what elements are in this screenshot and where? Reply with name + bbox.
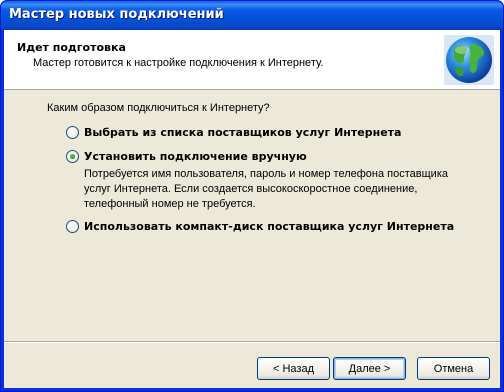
window-title: Мастер новых подключений bbox=[9, 7, 224, 22]
manual-option-description: Потребуется имя пользователя, пароль и н… bbox=[84, 167, 448, 212]
next-button[interactable]: Далее > bbox=[333, 357, 406, 380]
option-isp-cd-label[interactable]: Использовать компакт-диск поставщика усл… bbox=[84, 220, 454, 233]
globe-icon bbox=[444, 35, 494, 85]
radio-manual[interactable] bbox=[66, 150, 79, 163]
header-title: Идет подготовка bbox=[17, 41, 126, 54]
back-button[interactable]: < Назад bbox=[257, 357, 330, 380]
title-bar[interactable]: Мастер новых подключений bbox=[1, 1, 503, 30]
description-line: телефонный номер не требуется. bbox=[84, 198, 256, 210]
wizard-header: Идет подготовка Мастер готовится к настр… bbox=[4, 30, 500, 90]
radio-isp-cd[interactable] bbox=[66, 220, 79, 233]
cancel-button[interactable]: Отмена bbox=[417, 357, 490, 380]
radio-isp-list[interactable] bbox=[66, 126, 79, 139]
option-isp-list-label[interactable]: Выбрать из списка поставщиков услуг Инте… bbox=[84, 126, 401, 139]
description-line: услуг Интернета. Если создается высокоск… bbox=[84, 183, 418, 195]
option-manual-label[interactable]: Установить подключение вручную bbox=[84, 150, 307, 163]
option-isp-list[interactable]: Выбрать из списка поставщиков услуг Инте… bbox=[66, 126, 401, 139]
option-isp-cd[interactable]: Использовать компакт-диск поставщика усл… bbox=[66, 220, 454, 233]
dialog-client-area: Идет подготовка Мастер готовится к настр… bbox=[4, 30, 500, 388]
connection-question: Каким образом подключиться к Интернету? bbox=[47, 102, 270, 114]
wizard-window: Мастер новых подключений Идет подготовка… bbox=[0, 0, 504, 392]
option-manual[interactable]: Установить подключение вручную bbox=[66, 150, 307, 163]
description-line: Потребуется имя пользователя, пароль и н… bbox=[84, 168, 448, 180]
button-area-divider bbox=[4, 341, 500, 343]
header-subtitle: Мастер готовится к настройке подключения… bbox=[33, 57, 324, 69]
